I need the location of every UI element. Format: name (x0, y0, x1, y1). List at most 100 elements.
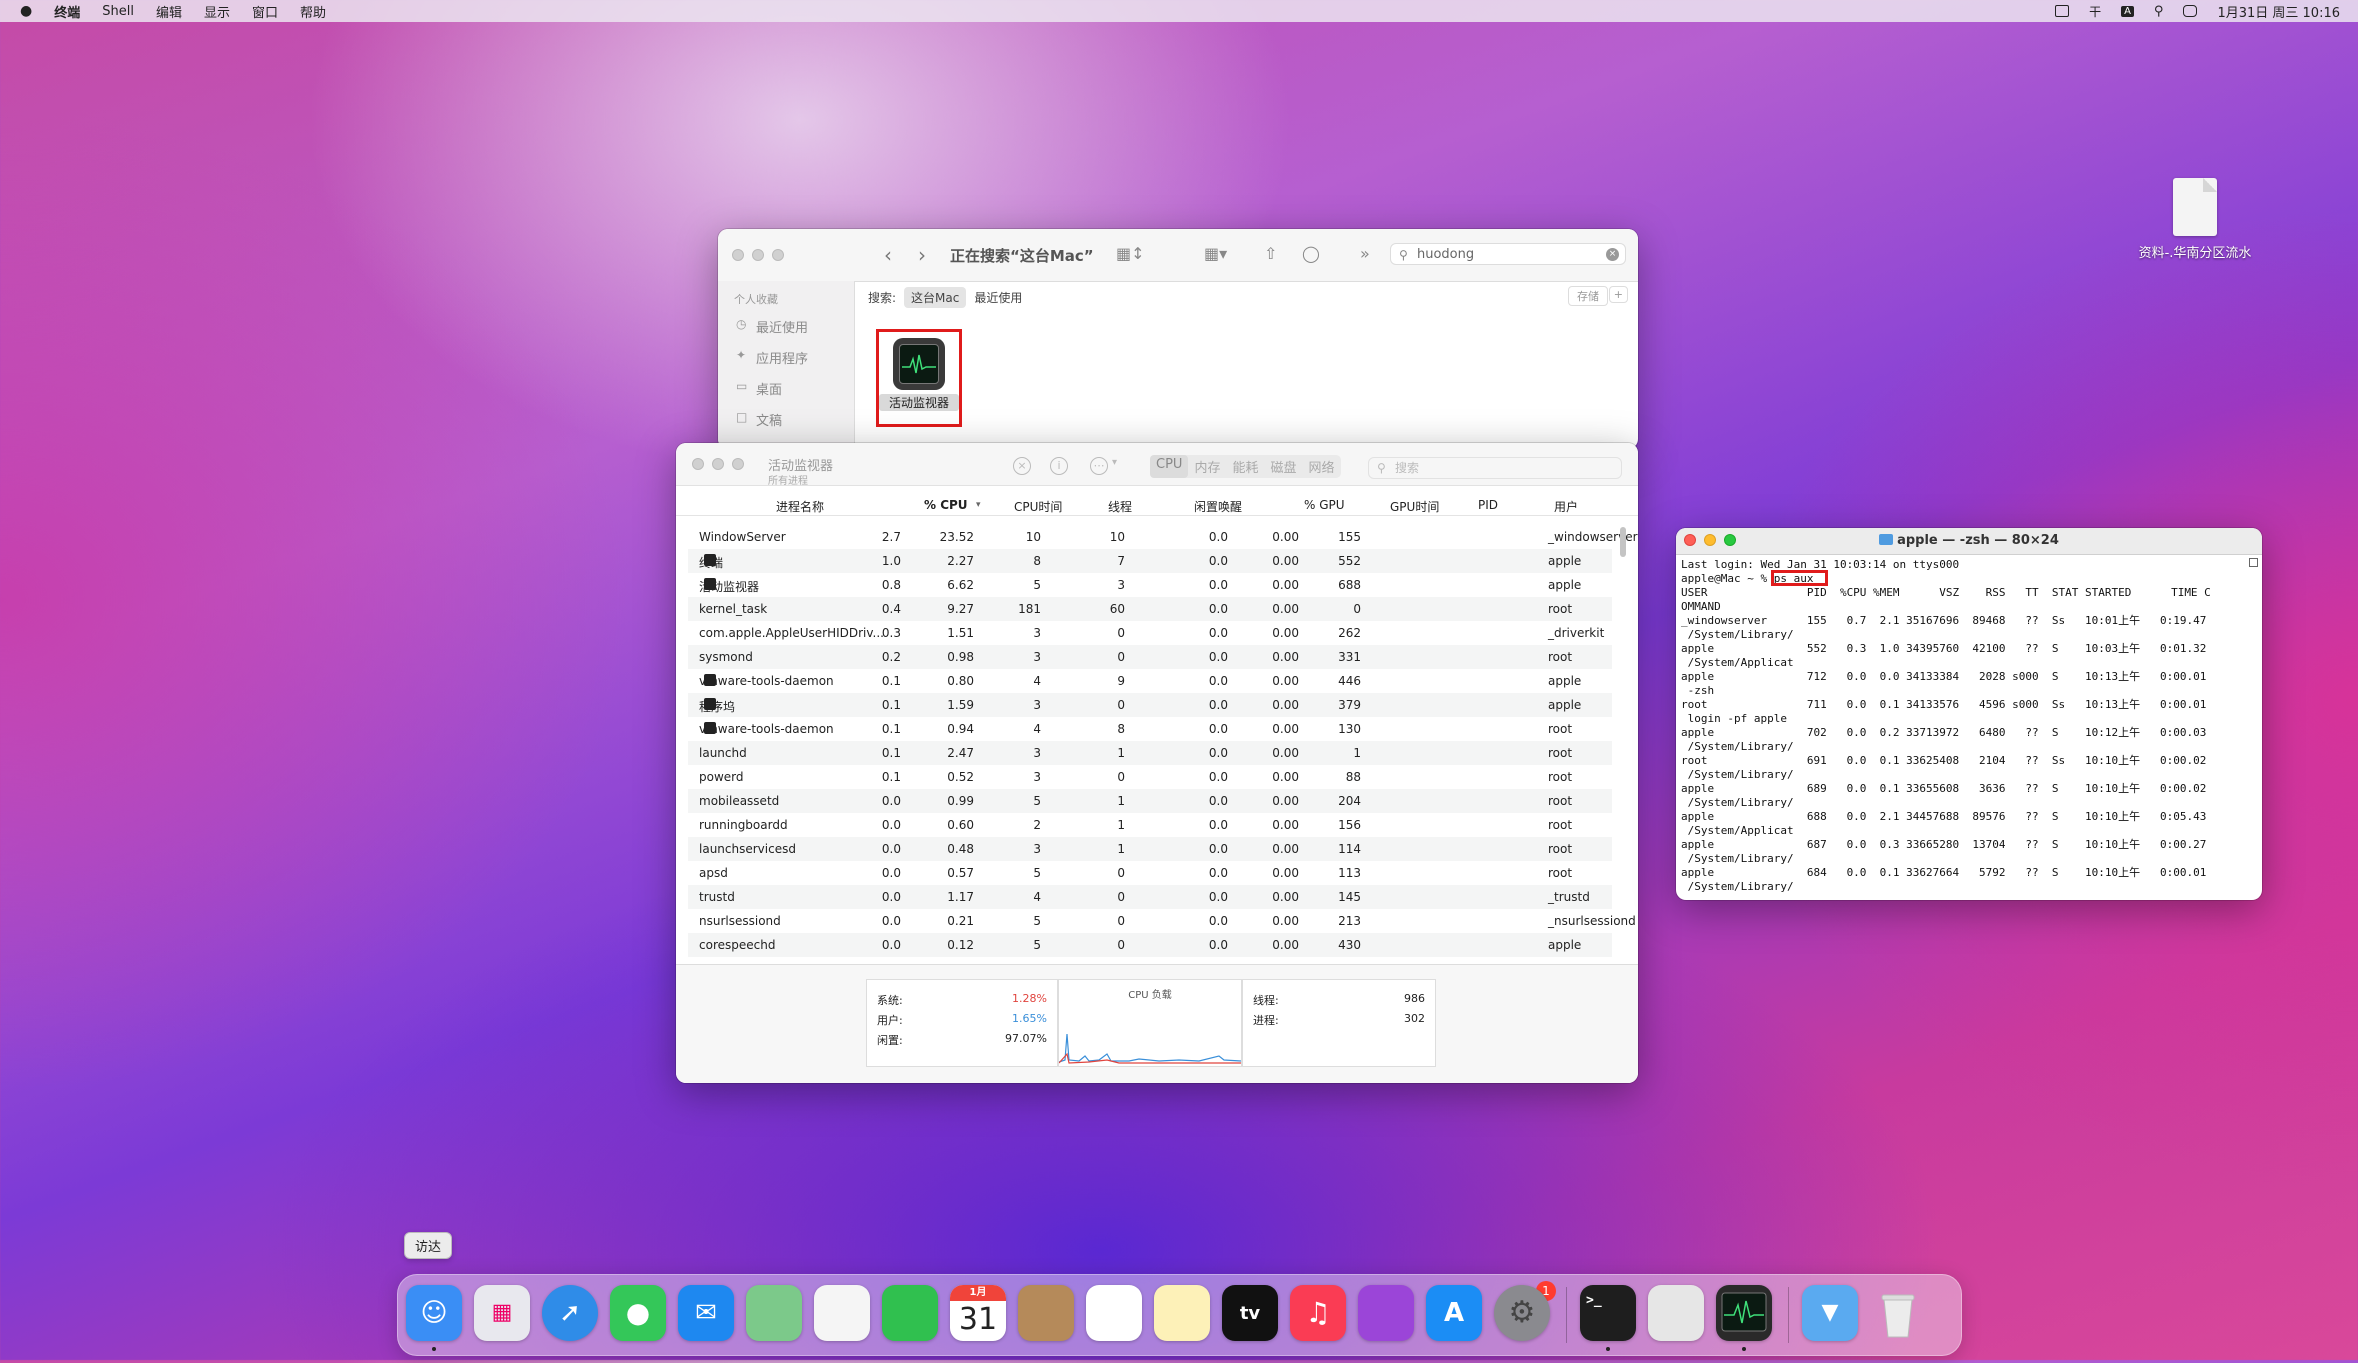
table-row[interactable]: trustd 0.0 1.17 4 0 0.0 0.00 145 _trustd (688, 885, 1612, 909)
tab-energy[interactable]: 能耗 (1226, 455, 1264, 478)
process-search-field[interactable]: ⚲ 搜索 (1368, 457, 1622, 479)
table-row[interactable]: powerd 0.1 0.52 3 0 0.0 0.00 88 root (688, 765, 1612, 789)
menu-help[interactable]: 帮助 (300, 2, 326, 21)
table-row[interactable]: mobileassetd 0.0 0.99 5 1 0.0 0.00 204 root (688, 789, 1612, 813)
podcasts-icon[interactable] (1358, 1285, 1414, 1341)
view-options-icon[interactable]: ▦↕ (1116, 244, 1145, 263)
more-toolbar-icon[interactable]: » (1360, 244, 1370, 263)
table-row[interactable]: runningboardd 0.0 0.60 2 1 0.0 0.00 156 root (688, 813, 1612, 837)
downloads-folder-icon[interactable]: ▼ (1802, 1285, 1858, 1341)
minimize-button[interactable] (712, 458, 724, 470)
add-criteria-button[interactable]: + (1608, 286, 1628, 303)
tab-cpu[interactable]: CPU (1150, 455, 1189, 478)
mail-icon[interactable]: ✉ (678, 1285, 734, 1341)
zoom-button[interactable] (772, 249, 784, 261)
apple-tv-icon[interactable]: tv (1222, 1285, 1278, 1341)
control-center-icon[interactable] (2183, 5, 2198, 17)
notes-icon[interactable] (1154, 1285, 1210, 1341)
table-row[interactable]: 终端 1.0 2.27 8 7 0.0 0.00 552 apple (688, 549, 1612, 573)
close-button[interactable] (732, 249, 744, 261)
input-method-icon[interactable]: A (2121, 5, 2134, 17)
column-cpu-time[interactable]: CPU时间 (1014, 498, 1062, 515)
more-actions-icon[interactable]: ⋯ (1090, 457, 1108, 475)
trash-icon[interactable] (1870, 1285, 1926, 1341)
table-row[interactable]: WindowServer 2.7 23.52 10 10 0.0 0.00 155 _windo… (688, 525, 1638, 549)
desktop-file[interactable]: 资料-.华南分区流水 (2128, 178, 2262, 261)
table-row[interactable]: kernel_task 0.4 9.27 181 60 0.0 0.00 0 root (688, 597, 1612, 621)
sidebar-item-desktop[interactable]: ▭ 桌面 (718, 373, 854, 404)
photos-icon[interactable] (814, 1285, 870, 1341)
chevron-down-icon[interactable]: ▾ (1112, 457, 1117, 468)
facetime-icon[interactable] (882, 1285, 938, 1341)
music-icon[interactable]: ♫ (1290, 1285, 1346, 1341)
table-row[interactable]: vmware-tools-daemon 0.1 0.94 4 8 0.0 0.00 130 ro… (688, 717, 1612, 741)
language-icon[interactable]: 干 (2089, 3, 2101, 20)
spotlight-search-icon[interactable]: ⚲ (2154, 4, 2164, 19)
contacts-icon[interactable] (1018, 1285, 1074, 1341)
zoom-button[interactable] (732, 458, 744, 470)
column-idle-wakeups[interactable]: 闲置唤醒 (1194, 498, 1242, 515)
tab-memory[interactable]: 内存 (1188, 455, 1226, 478)
tag-icon[interactable]: ◯ (1302, 244, 1320, 263)
sidebar-item-applications[interactable]: ✦ 应用程序 (718, 342, 854, 373)
group-icon[interactable]: ▦▾ (1204, 244, 1227, 263)
minimize-button[interactable] (752, 249, 764, 261)
apple-menu-icon[interactable]: ● (20, 3, 32, 19)
save-search-button[interactable]: 存储 (1568, 286, 1608, 306)
scrollbar[interactable] (2249, 558, 2258, 567)
scope-recents[interactable]: 最近使用 (974, 289, 1022, 306)
column-gpu[interactable]: % GPU (1304, 498, 1345, 512)
finder-search-field[interactable]: ⚲ huodong × (1390, 243, 1626, 265)
table-row[interactable]: corespeechd 0.0 0.12 5 0 0.0 0.00 430 apple (688, 933, 1612, 957)
clear-search-icon[interactable]: × (1606, 248, 1619, 261)
system-info-icon[interactable] (1648, 1285, 1704, 1341)
menu-shell[interactable]: Shell (102, 4, 134, 19)
maps-icon[interactable] (746, 1285, 802, 1341)
forward-icon[interactable]: › (918, 243, 926, 267)
tab-disk[interactable]: 磁盘 (1264, 455, 1302, 478)
menu-view[interactable]: 显示 (204, 2, 230, 21)
finder-icon[interactable]: ☺ (406, 1285, 462, 1341)
safari-icon[interactable]: ➚ (542, 1285, 598, 1341)
tab-network[interactable]: 网络 (1302, 455, 1340, 478)
table-row[interactable]: launchservicesd 0.0 0.48 3 1 0.0 0.00 114 root (688, 837, 1612, 861)
info-icon[interactable]: i (1050, 457, 1068, 475)
table-row[interactable]: 活动监视器 0.8 6.62 5 3 0.0 0.00 688 apple (688, 573, 1612, 597)
terminal-output[interactable]: Last login: Wed Jan 31 10:03:14 on ttys0… (1681, 558, 2211, 894)
column-process-name[interactable]: 进程名称 (776, 498, 824, 515)
column-user[interactable]: 用户 (1554, 498, 1578, 515)
table-row[interactable]: launchd 0.1 2.47 3 1 0.0 0.00 1 root (688, 741, 1612, 765)
sidebar-item-documents[interactable]: □ 文稿 (718, 404, 854, 435)
activity-monitor-icon[interactable] (1716, 1285, 1772, 1341)
sidebar-item-recents[interactable]: ◷ 最近使用 (718, 311, 854, 342)
scrollbar[interactable] (1620, 527, 1626, 557)
scope-this-mac[interactable]: 这台Mac (904, 287, 967, 308)
column-threads[interactable]: 线程 (1108, 498, 1132, 515)
messages-icon[interactable]: ● (610, 1285, 666, 1341)
menu-edit[interactable]: 编辑 (156, 2, 182, 21)
menu-window[interactable]: 窗口 (252, 2, 278, 21)
calendar-icon[interactable]: 1月 31 (950, 1285, 1006, 1341)
app-store-icon[interactable]: A (1426, 1285, 1482, 1341)
back-icon[interactable]: ‹ (884, 243, 892, 267)
share-icon[interactable]: ⇧ (1264, 244, 1277, 263)
system-preferences-icon[interactable]: ⚙ (1494, 1285, 1550, 1341)
table-row[interactable]: apsd 0.0 0.57 5 0 0.0 0.00 113 root (688, 861, 1612, 885)
column-gpu-time[interactable]: GPU时间 (1390, 498, 1439, 515)
table-row[interactable]: com.apple.AppleUserHIDDriv... 0.3 1.51 3 0 0.… (688, 621, 1612, 645)
table-row[interactable]: 程序坞 0.1 1.59 3 0 0.0 0.00 379 apple (688, 693, 1612, 717)
table-row[interactable]: vmware-tools-daemon 0.1 0.80 4 9 0.0 0.00 446 ap… (688, 669, 1612, 693)
search-result-activity-monitor[interactable]: 活动监视器 (876, 329, 962, 427)
column-cpu[interactable]: % CPU (924, 498, 968, 512)
terminal-icon[interactable]: >_ (1580, 1285, 1636, 1341)
menu-clock[interactable]: 1月31日 周三 10:16 (2217, 2, 2340, 21)
stop-process-icon[interactable]: × (1013, 457, 1031, 475)
launchpad-icon[interactable]: ▦ (474, 1285, 530, 1341)
menu-app-name[interactable]: 终端 (54, 2, 80, 21)
close-button[interactable] (692, 458, 704, 470)
table-row[interactable]: nsurlsessiond 0.0 0.21 5 0 0.0 0.00 213 _nsurlse… (688, 909, 1636, 933)
column-pid[interactable]: PID (1478, 498, 1498, 512)
screen-mirroring-icon[interactable] (2055, 5, 2070, 17)
table-row[interactable]: sysmond 0.2 0.98 3 0 0.0 0.00 331 root (688, 645, 1612, 669)
reminders-icon[interactable] (1086, 1285, 1142, 1341)
